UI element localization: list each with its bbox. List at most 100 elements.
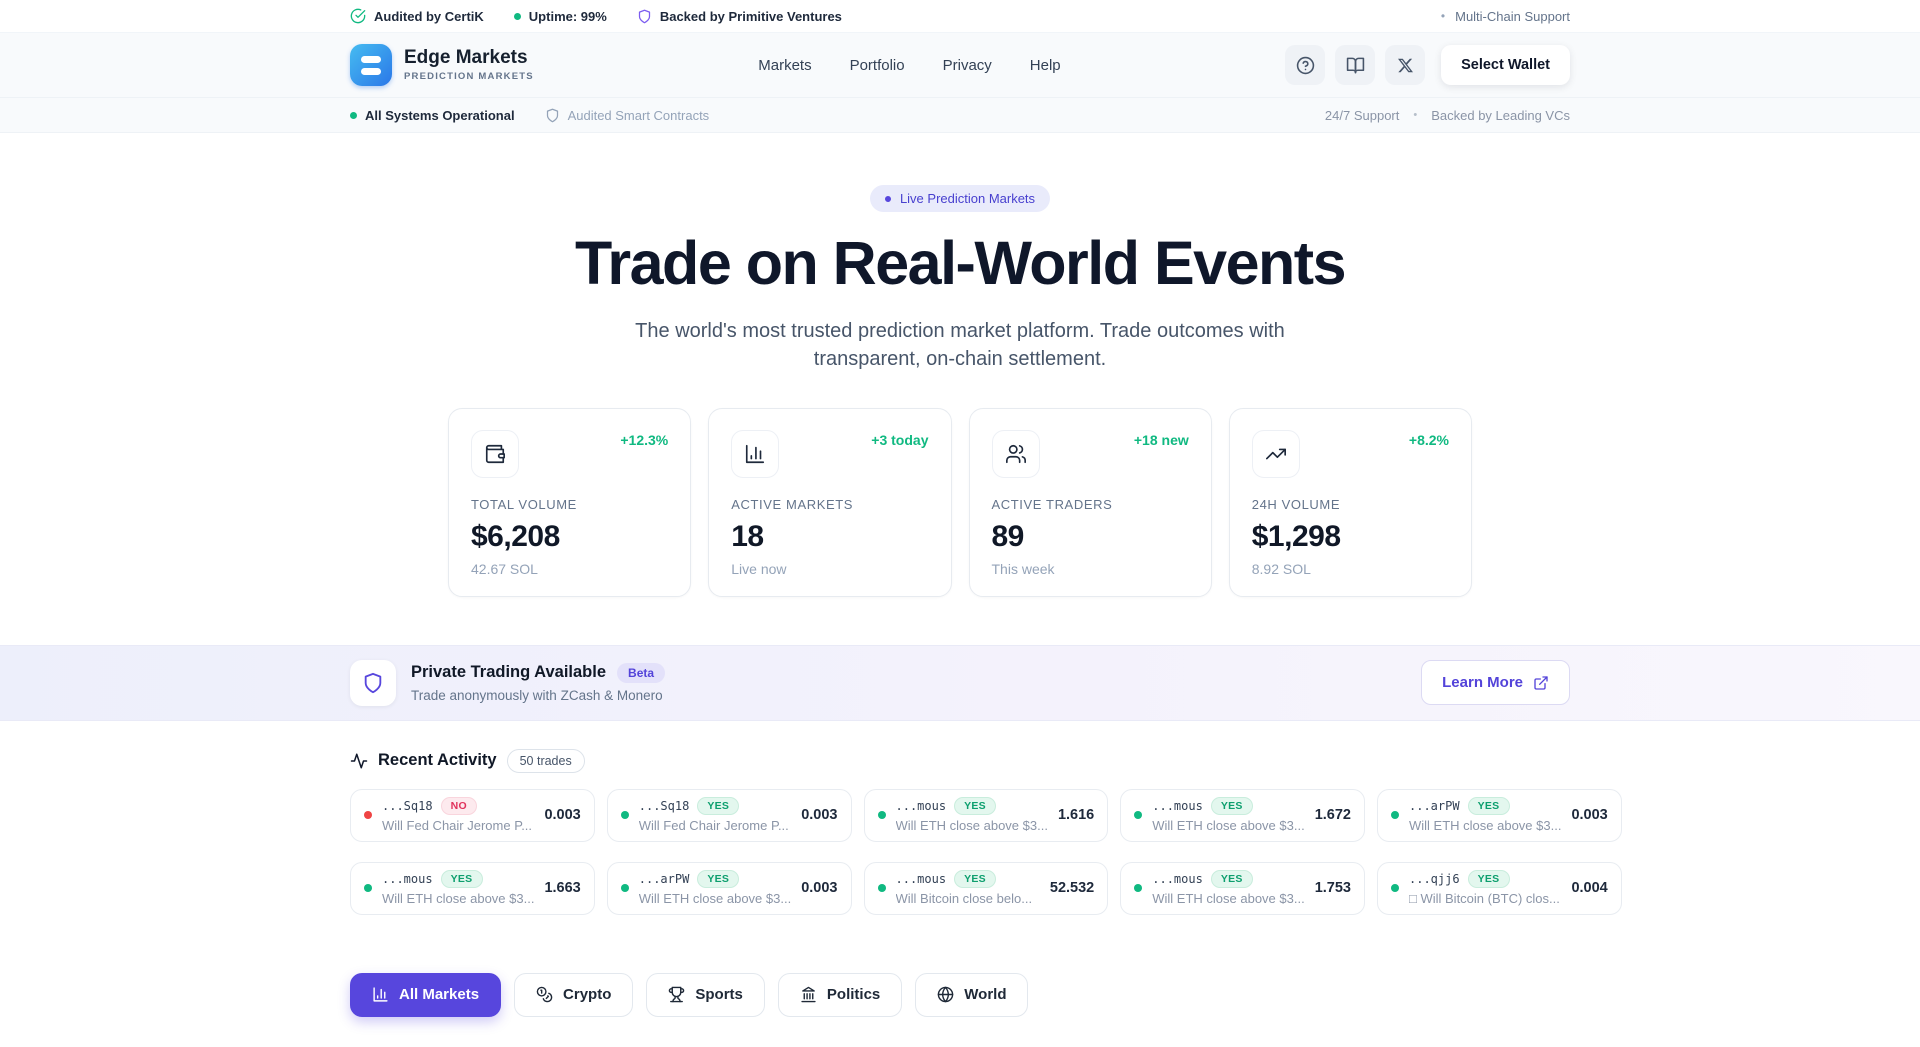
trade-card[interactable]: ...mous YES Will ETH close above $3... 1… (1120, 862, 1365, 915)
nav-item[interactable]: Privacy (943, 57, 992, 74)
stat-label: 24H VOLUME (1252, 497, 1449, 512)
nav-item[interactable]: Markets (758, 57, 811, 74)
shield-icon (637, 9, 652, 24)
stat-label: ACTIVE TRADERS (992, 497, 1189, 512)
stats-row: +12.3% TOTAL VOLUME $6,208 42.67 SOL +3 … (448, 408, 1472, 597)
trader-address: ...mous (896, 872, 947, 886)
trade-status-dot-icon (364, 884, 372, 892)
trade-market-question: Will ETH close above $3... (1409, 818, 1561, 833)
stat-change: +18 new (1134, 432, 1189, 448)
trade-card[interactable]: ...mous YES Will Bitcoin close belo... 5… (864, 862, 1109, 915)
trade-status-dot-icon (1391, 884, 1399, 892)
main-nav: Markets Portfolio Privacy Help (758, 57, 1060, 74)
trade-status-dot-icon (621, 884, 629, 892)
book-open-icon (1346, 56, 1365, 75)
activity-title: Recent Activity (378, 751, 497, 770)
filter-world[interactable]: World (915, 973, 1028, 1017)
check-circle-icon (350, 8, 366, 24)
trade-side-badge: NO (441, 797, 477, 815)
trade-market-question: Will Fed Chair Jerome P... (639, 818, 791, 833)
trade-price: 0.003 (801, 880, 837, 896)
trade-grid: ...Sq18 NO Will Fed Chair Jerome P... 0.… (350, 789, 1570, 915)
privacy-shield-icon (350, 660, 396, 706)
systems-operational: All Systems Operational (350, 108, 515, 123)
operational-dot-icon (350, 112, 357, 119)
nav-item[interactable]: Help (1030, 57, 1061, 74)
trade-card[interactable]: ...arPW YES Will ETH close above $3... 0… (1377, 789, 1622, 842)
learn-more-button[interactable]: Learn More (1421, 660, 1570, 705)
trader-address: ...Sq18 (639, 799, 690, 813)
shield-outline-icon (545, 108, 560, 123)
help-circle-icon (1296, 56, 1315, 75)
multichain-label: Multi-Chain Support (1441, 9, 1570, 24)
trade-price: 1.663 (544, 880, 580, 896)
market-filters: All Markets Crypto Sports Politics World (350, 973, 1570, 1047)
globe-icon (937, 986, 954, 1003)
banner-subtitle: Trade anonymously with ZCash & Monero (411, 688, 665, 703)
trade-market-question: Will Bitcoin close belo... (896, 891, 1040, 906)
live-dot-icon (885, 196, 891, 202)
support-label: 24/7 Support (1325, 108, 1399, 123)
stat-value: $6,208 (471, 520, 668, 554)
coins-icon (536, 986, 553, 1003)
trade-side-badge: YES (1468, 797, 1510, 815)
audited-contracts: Audited Smart Contracts (545, 108, 710, 123)
brand-name: Edge Markets (404, 48, 534, 69)
trade-side-badge: YES (954, 870, 996, 888)
trade-market-question: Will Fed Chair Jerome P... (382, 818, 534, 833)
page-title: Trade on Real-World Events (0, 230, 1920, 297)
trade-side-badge: YES (1211, 797, 1253, 815)
select-wallet-button[interactable]: Select Wallet (1441, 45, 1570, 85)
stat-sub: 42.67 SOL (471, 561, 668, 577)
trade-market-question: Will ETH close above $3... (1152, 891, 1304, 906)
brand[interactable]: Edge Markets PREDICTION MARKETS (350, 44, 534, 86)
trade-side-badge: YES (697, 797, 739, 815)
trade-status-dot-icon (1134, 811, 1142, 819)
nav-item[interactable]: Portfolio (850, 57, 905, 74)
trader-address: ...arPW (1409, 799, 1460, 813)
stat-value: $1,298 (1252, 520, 1449, 554)
bar-chart-icon (731, 430, 779, 478)
uptime-dot-icon (514, 13, 521, 20)
trade-card[interactable]: ...mous YES Will ETH close above $3... 1… (864, 789, 1109, 842)
filter-crypto[interactable]: Crypto (514, 973, 633, 1017)
trader-address: ...mous (382, 872, 433, 886)
trade-card[interactable]: ...arPW YES Will ETH close above $3... 0… (607, 862, 852, 915)
users-icon (992, 430, 1040, 478)
header-actions: Select Wallet (1285, 45, 1570, 85)
stat-value: 18 (731, 520, 928, 554)
trade-market-question: Will ETH close above $3... (1152, 818, 1304, 833)
docs-button[interactable] (1335, 45, 1375, 85)
trade-status-dot-icon (878, 811, 886, 819)
stat-change: +3 today (871, 432, 928, 448)
stat-sub: 8.92 SOL (1252, 561, 1449, 577)
filter-sports[interactable]: Sports (646, 973, 765, 1017)
beta-badge: Beta (617, 663, 665, 683)
help-button[interactable] (1285, 45, 1325, 85)
trade-side-badge: YES (697, 870, 739, 888)
trade-card[interactable]: ...mous YES Will ETH close above $3... 1… (350, 862, 595, 915)
external-link-icon (1533, 675, 1549, 691)
uptime-item: Uptime: 99% (514, 9, 607, 24)
trade-market-question: Will ETH close above $3... (896, 818, 1048, 833)
trade-price: 0.003 (544, 807, 580, 823)
trade-price: 1.753 (1315, 880, 1351, 896)
live-markets-badge: Live Prediction Markets (870, 185, 1050, 212)
trades-count-badge: 50 trades (507, 749, 585, 773)
twitter-button[interactable] (1385, 45, 1425, 85)
wallet-icon (471, 430, 519, 478)
trade-card[interactable]: ...Sq18 YES Will Fed Chair Jerome P... 0… (607, 789, 852, 842)
trade-status-dot-icon (1391, 811, 1399, 819)
trader-address: ...Sq18 (382, 799, 433, 813)
activity-pulse-icon (350, 752, 368, 770)
trade-card[interactable]: ...Sq18 NO Will Fed Chair Jerome P... 0.… (350, 789, 595, 842)
stat-label: TOTAL VOLUME (471, 497, 668, 512)
filter-all-markets[interactable]: All Markets (350, 973, 501, 1017)
trade-card[interactable]: ...mous YES Will ETH close above $3... 1… (1120, 789, 1365, 842)
trade-card[interactable]: ...qjj6 YES □ Will Bitcoin (BTC) clos...… (1377, 862, 1622, 915)
trade-price: 0.004 (1571, 880, 1607, 896)
trade-status-dot-icon (1134, 884, 1142, 892)
trade-price: 1.616 (1058, 807, 1094, 823)
filter-politics[interactable]: Politics (778, 973, 902, 1017)
recent-activity-section: Recent Activity 50 trades ...Sq18 NO Wil… (350, 721, 1570, 1047)
